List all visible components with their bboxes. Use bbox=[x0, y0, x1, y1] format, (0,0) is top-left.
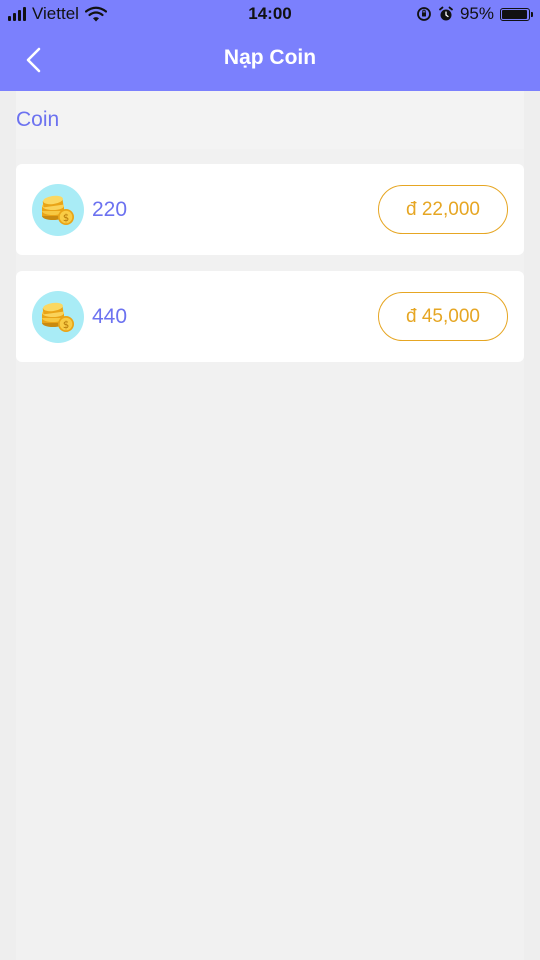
battery-percent: 95% bbox=[459, 4, 494, 23]
nav-bar: Nạp Coin bbox=[0, 28, 540, 91]
coins-icon: $ bbox=[32, 184, 84, 236]
page-title: Nạp Coin bbox=[223, 46, 317, 69]
alarm-icon bbox=[439, 6, 453, 21]
price-button[interactable]: đ 22,000 bbox=[378, 185, 508, 234]
section-title: Coin bbox=[16, 108, 60, 131]
price-button[interactable]: đ 45,000 bbox=[378, 292, 508, 341]
svg-text:$: $ bbox=[63, 320, 69, 331]
coin-package-row[interactable]: $ 220 đ 22,000 bbox=[16, 164, 524, 255]
coin-amount: 220 bbox=[92, 198, 128, 221]
coins-icon: $ bbox=[32, 291, 84, 343]
status-right: 95% bbox=[416, 4, 533, 24]
coin-amount: 440 bbox=[92, 305, 128, 328]
battery-fill bbox=[502, 9, 527, 19]
svg-text:$: $ bbox=[63, 213, 69, 224]
orientation-lock-icon bbox=[417, 7, 431, 21]
battery-icon bbox=[500, 7, 533, 21]
status-bar: Viettel 14:00 95% bbox=[0, 0, 540, 28]
coin-package-row[interactable]: $ 440 đ 45,000 bbox=[16, 271, 524, 362]
section-header: Coin bbox=[16, 91, 524, 149]
